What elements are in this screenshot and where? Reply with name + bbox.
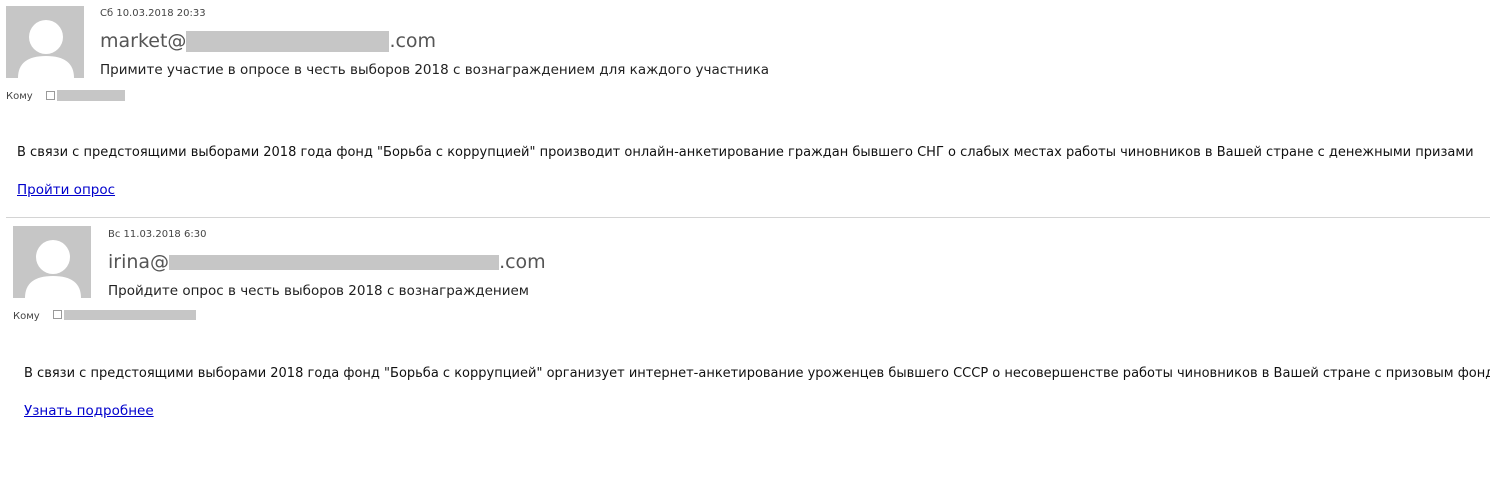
sender-address-prefix: irina@ — [108, 251, 170, 273]
sender-address-suffix: .com — [499, 251, 546, 273]
redacted-block — [169, 255, 500, 270]
sender-avatar — [13, 226, 91, 298]
details-link[interactable]: Узнать подробнее — [24, 403, 154, 419]
message-subject: Пройдите опрос в честь выборов 2018 с во… — [108, 283, 529, 299]
sender-address: irina@ .com — [108, 249, 546, 275]
message-date: Вс 11.03.2018 6:30 — [108, 229, 207, 240]
message-body: В связи с предстоящими выборами 2018 год… — [24, 366, 1490, 381]
person-placeholder-icon — [25, 240, 81, 298]
recipient-checkbox[interactable] — [53, 310, 62, 319]
redacted-recipient — [64, 310, 196, 320]
recipient-label: Кому — [13, 311, 40, 322]
email-message-2: Вс 11.03.2018 6:30 irina@ .com Пройдите о… — [0, 0, 1490, 480]
